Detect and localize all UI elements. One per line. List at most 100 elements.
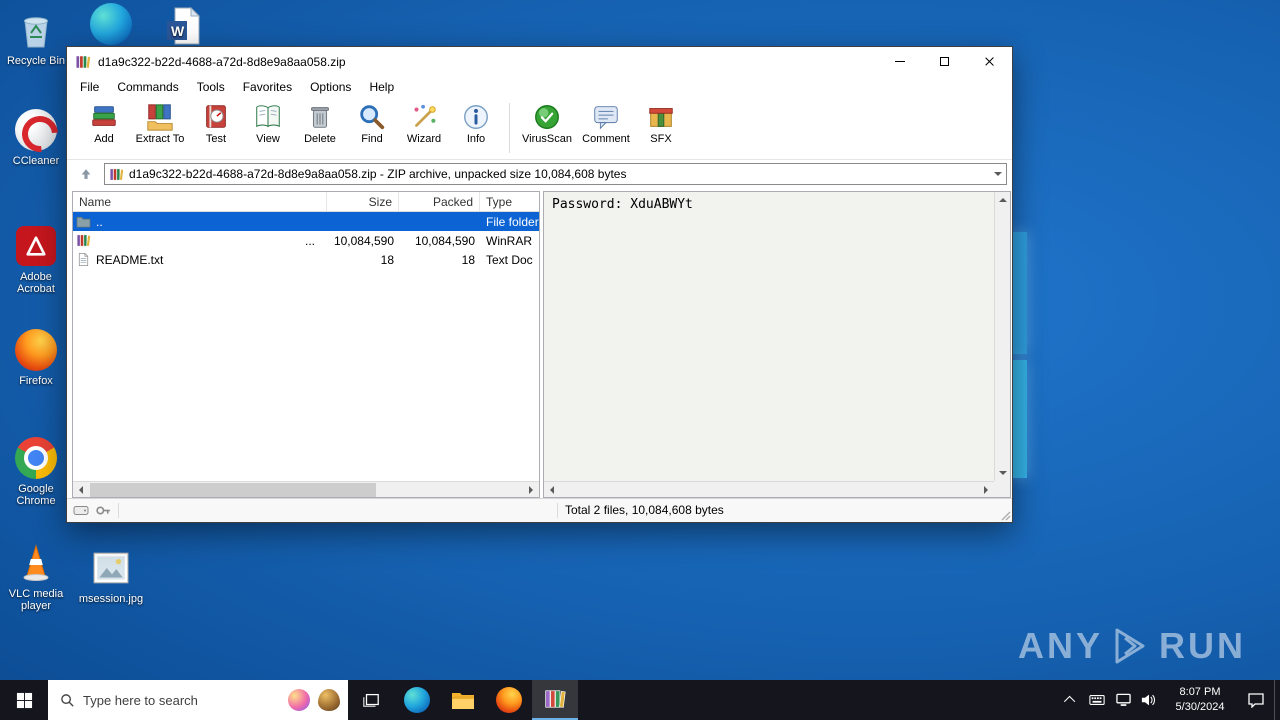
window-title: d1a9c322-b22d-4688-a72d-8d8e9a8aa058.zip: [98, 54, 346, 69]
wallpaper-logo-bar: [1013, 232, 1027, 354]
scroll-down-button[interactable]: [995, 465, 1011, 481]
desktop-icon-vlc[interactable]: VLC media player: [0, 541, 72, 612]
volume-button[interactable]: [1136, 680, 1162, 720]
menu-tools[interactable]: Tools: [188, 77, 234, 97]
status-bar: Total 2 files, 10,084,608 bytes: [67, 498, 1012, 522]
image-file-icon: [89, 546, 133, 590]
word-document-icon: W: [161, 4, 205, 48]
scroll-right-button[interactable]: [523, 482, 539, 498]
arrow-right-icon: [529, 485, 533, 494]
scroll-left-button[interactable]: [73, 482, 89, 498]
network-icon: [1115, 693, 1131, 706]
menu-help[interactable]: Help: [360, 77, 403, 97]
wizard-button[interactable]: Wizard: [399, 100, 449, 157]
scrollbar-thumb[interactable]: [90, 482, 376, 497]
desktop-icon-firefox[interactable]: Firefox: [0, 328, 72, 387]
archive-path-combobox[interactable]: d1a9c322-b22d-4688-a72d-8d8e9a8aa058.zip…: [104, 163, 1007, 185]
chrome-icon: [14, 436, 58, 480]
column-header-size[interactable]: Size: [327, 192, 399, 211]
wizard-icon: [414, 104, 436, 127]
menu-file[interactable]: File: [71, 77, 108, 97]
chevron-down-icon: [994, 172, 1002, 176]
horizontal-scrollbar[interactable]: [73, 481, 539, 497]
scroll-right-button[interactable]: [978, 482, 994, 498]
arrow-right-icon: [984, 485, 988, 494]
taskbar-firefox-button[interactable]: [486, 680, 532, 720]
comment-pane: Password: XduABWYt: [543, 191, 1011, 498]
up-one-level-button[interactable]: [73, 163, 99, 185]
comment-button[interactable]: Comment: [578, 100, 634, 157]
test-icon: [206, 105, 226, 128]
clock-time: 8:07 PM: [1179, 686, 1221, 699]
vlc-icon: [14, 541, 58, 585]
virusscan-button[interactable]: VirusScan: [518, 100, 576, 157]
taskbar-search-box[interactable]: [48, 680, 348, 720]
test-button[interactable]: Test: [191, 100, 241, 157]
up-arrow-icon: [81, 169, 91, 179]
column-header-type[interactable]: Type: [480, 192, 539, 211]
desktop-icon-google-chrome[interactable]: Google Chrome: [0, 436, 72, 507]
chevron-up-icon: [1063, 695, 1076, 708]
type-cell: WinRAR: [486, 233, 533, 248]
taskbar-winrar-button[interactable]: [532, 680, 578, 720]
delete-button[interactable]: Delete: [295, 100, 345, 157]
toolbar-separator: [509, 103, 510, 153]
window-main-area: Name Size Packed Type .. File folder ...…: [67, 188, 1012, 498]
scroll-left-button[interactable]: [544, 482, 560, 498]
comment-horizontal-scrollbar[interactable]: [544, 481, 994, 497]
add-button[interactable]: Add: [79, 100, 129, 157]
view-button[interactable]: View: [243, 100, 293, 157]
drive-status-icon: [73, 506, 89, 515]
archive-icon: [109, 167, 124, 182]
status-summary-text: Total 2 files, 10,084,608 bytes: [565, 503, 724, 517]
find-button[interactable]: Find: [347, 100, 397, 157]
column-header-name[interactable]: Name: [73, 192, 327, 211]
task-view-icon: [363, 693, 379, 707]
desktop-icon-ccleaner[interactable]: CCleaner: [0, 108, 72, 167]
arrow-up-icon: [999, 198, 1007, 202]
minimize-icon: [894, 61, 905, 62]
show-desktop-button[interactable]: [1274, 680, 1280, 720]
taskbar-clock[interactable]: 8:07 PM 5/30/2024: [1162, 680, 1238, 720]
menu-commands[interactable]: Commands: [108, 77, 187, 97]
taskbar-file-explorer-button[interactable]: [440, 680, 486, 720]
maximize-button[interactable]: [922, 47, 967, 76]
extract-to-button[interactable]: Extract To: [131, 100, 189, 157]
desktop-icon-word-doc[interactable]: W: [147, 4, 219, 51]
info-button[interactable]: Info: [451, 100, 501, 157]
combobox-dropdown-button[interactable]: [990, 164, 1006, 184]
network-status-button[interactable]: [1110, 680, 1136, 720]
search-input[interactable]: [83, 692, 280, 708]
maximize-icon: [940, 57, 949, 66]
file-row-readme[interactable]: README.txt 18 18 Text Doc: [73, 250, 539, 269]
column-header-packed[interactable]: Packed: [399, 192, 480, 211]
volume-icon: [1141, 694, 1155, 706]
desktop-icon-edge[interactable]: [75, 2, 147, 49]
close-button[interactable]: [967, 47, 1012, 76]
scroll-up-button[interactable]: [995, 192, 1011, 208]
action-center-button[interactable]: [1238, 680, 1274, 720]
desktop-icon-recycle-bin[interactable]: Recycle Bin: [0, 8, 72, 67]
file-row-archive[interactable]: ... 10,084,590 10,084,590 WinRAR: [73, 231, 539, 250]
resize-grip[interactable]: [999, 509, 1011, 521]
minimize-button[interactable]: [877, 47, 922, 76]
search-highlight-egg-icon[interactable]: [318, 689, 340, 711]
desktop-icon-msession-jpg[interactable]: msession.jpg: [75, 546, 147, 605]
title-bar[interactable]: d1a9c322-b22d-4688-a72d-8d8e9a8aa058.zip: [67, 47, 1012, 76]
arrow-left-icon: [550, 485, 554, 494]
start-button[interactable]: [0, 680, 48, 720]
status-divider: [118, 503, 119, 518]
menu-favorites[interactable]: Favorites: [234, 77, 301, 97]
task-view-button[interactable]: [348, 680, 394, 720]
comment-vertical-scrollbar[interactable]: [994, 192, 1010, 481]
touch-keyboard-button[interactable]: [1084, 680, 1110, 720]
menu-options[interactable]: Options: [301, 77, 360, 97]
archive-comment-text: Password: XduABWYt: [552, 197, 693, 212]
taskbar-edge-button[interactable]: [394, 680, 440, 720]
desktop-icon-adobe-acrobat[interactable]: Adobe Acrobat: [0, 224, 72, 295]
search-highlight-icon[interactable]: [288, 689, 310, 711]
file-row-updir[interactable]: .. File folder: [73, 212, 539, 231]
size-cell: 18: [380, 252, 394, 267]
sfx-button[interactable]: SFX: [636, 100, 686, 157]
tray-expand-button[interactable]: [1058, 680, 1084, 720]
